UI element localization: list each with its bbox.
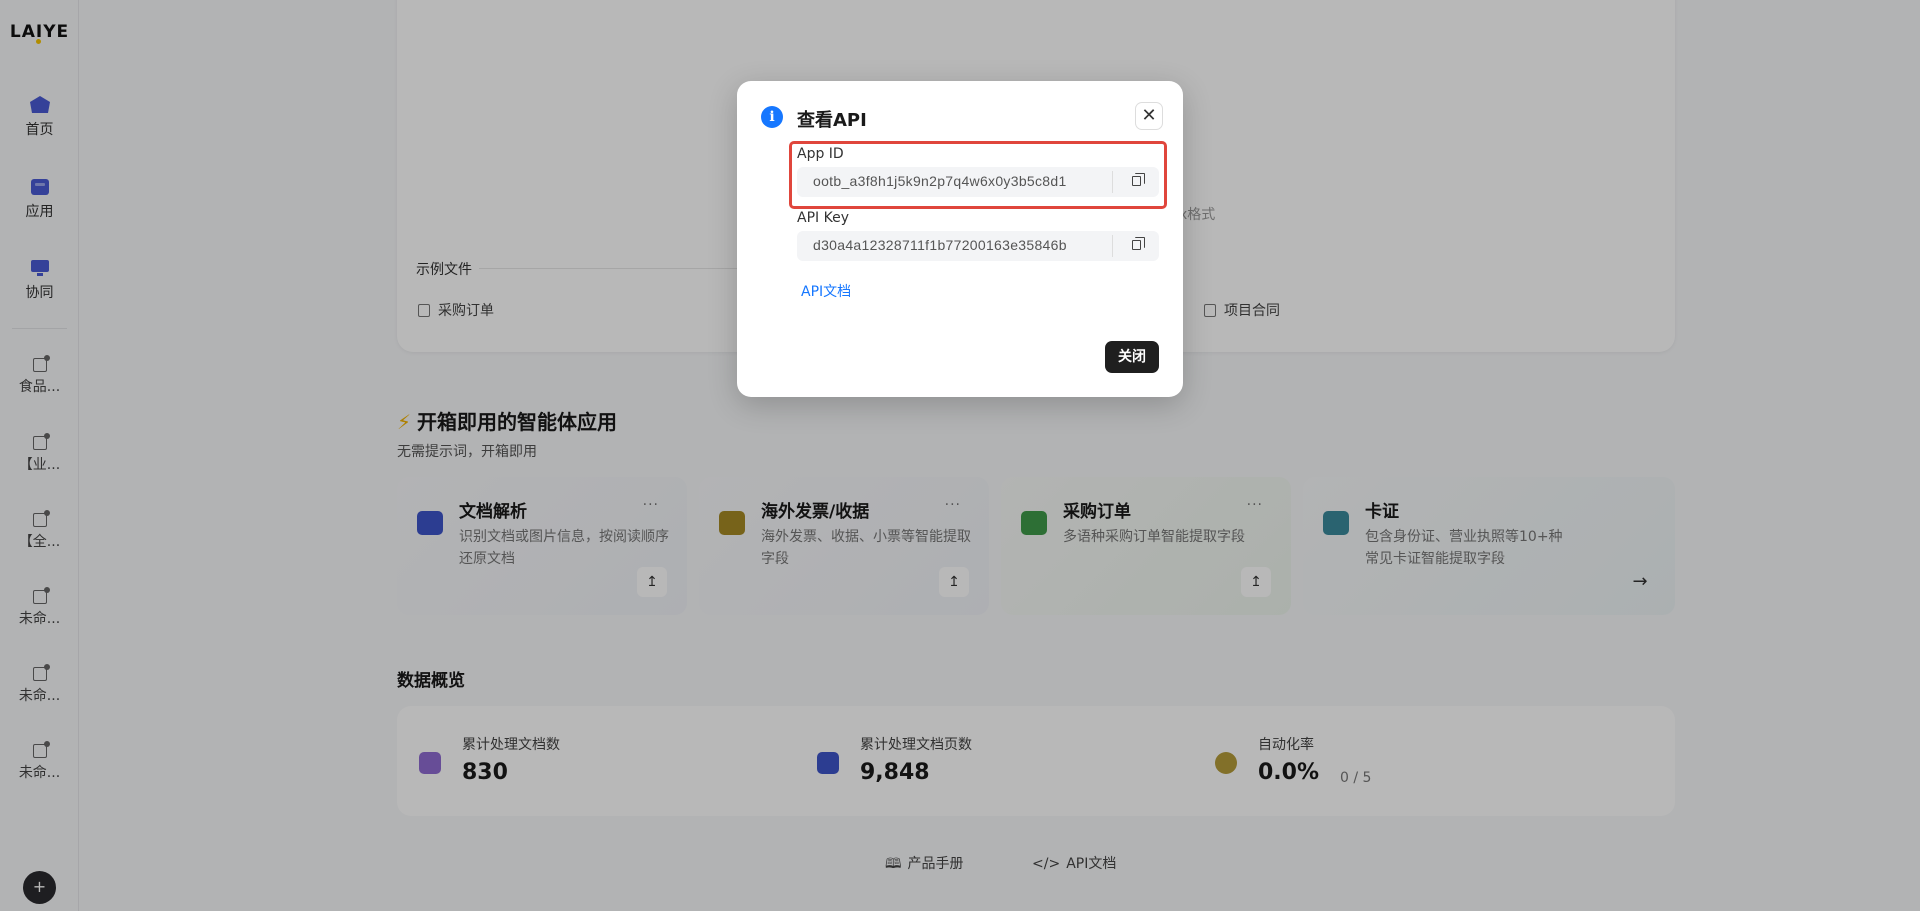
copy-api-key-button[interactable] [1113, 231, 1159, 261]
app-id-value: ootb_a3f8h1j5k9n2p7q4w6x0y3b5c8d1 [813, 173, 1067, 189]
app-id-field[interactable]: ootb_a3f8h1j5k9n2p7q4w6x0y3b5c8d1 [797, 167, 1159, 197]
copy-icon [1131, 173, 1145, 186]
info-icon: i [761, 106, 783, 128]
api-key-field[interactable]: d30a4a12328711f1b77200163e35846b [797, 231, 1159, 261]
api-key-label: API Key [797, 210, 849, 226]
copy-app-id-button[interactable] [1113, 167, 1159, 197]
api-doc-link[interactable]: API文档 [801, 281, 851, 301]
app-id-label: App ID [797, 146, 844, 162]
view-api-modal: i 查看API ✕ App ID ootb_a3f8h1j5k9n2p7q4w6… [737, 81, 1183, 397]
modal-title: 查看API [797, 110, 867, 131]
api-key-value: d30a4a12328711f1b77200163e35846b [813, 237, 1067, 253]
copy-icon [1131, 237, 1145, 250]
close-icon[interactable]: ✕ [1135, 102, 1163, 130]
close-button[interactable]: 关闭 [1105, 341, 1159, 373]
